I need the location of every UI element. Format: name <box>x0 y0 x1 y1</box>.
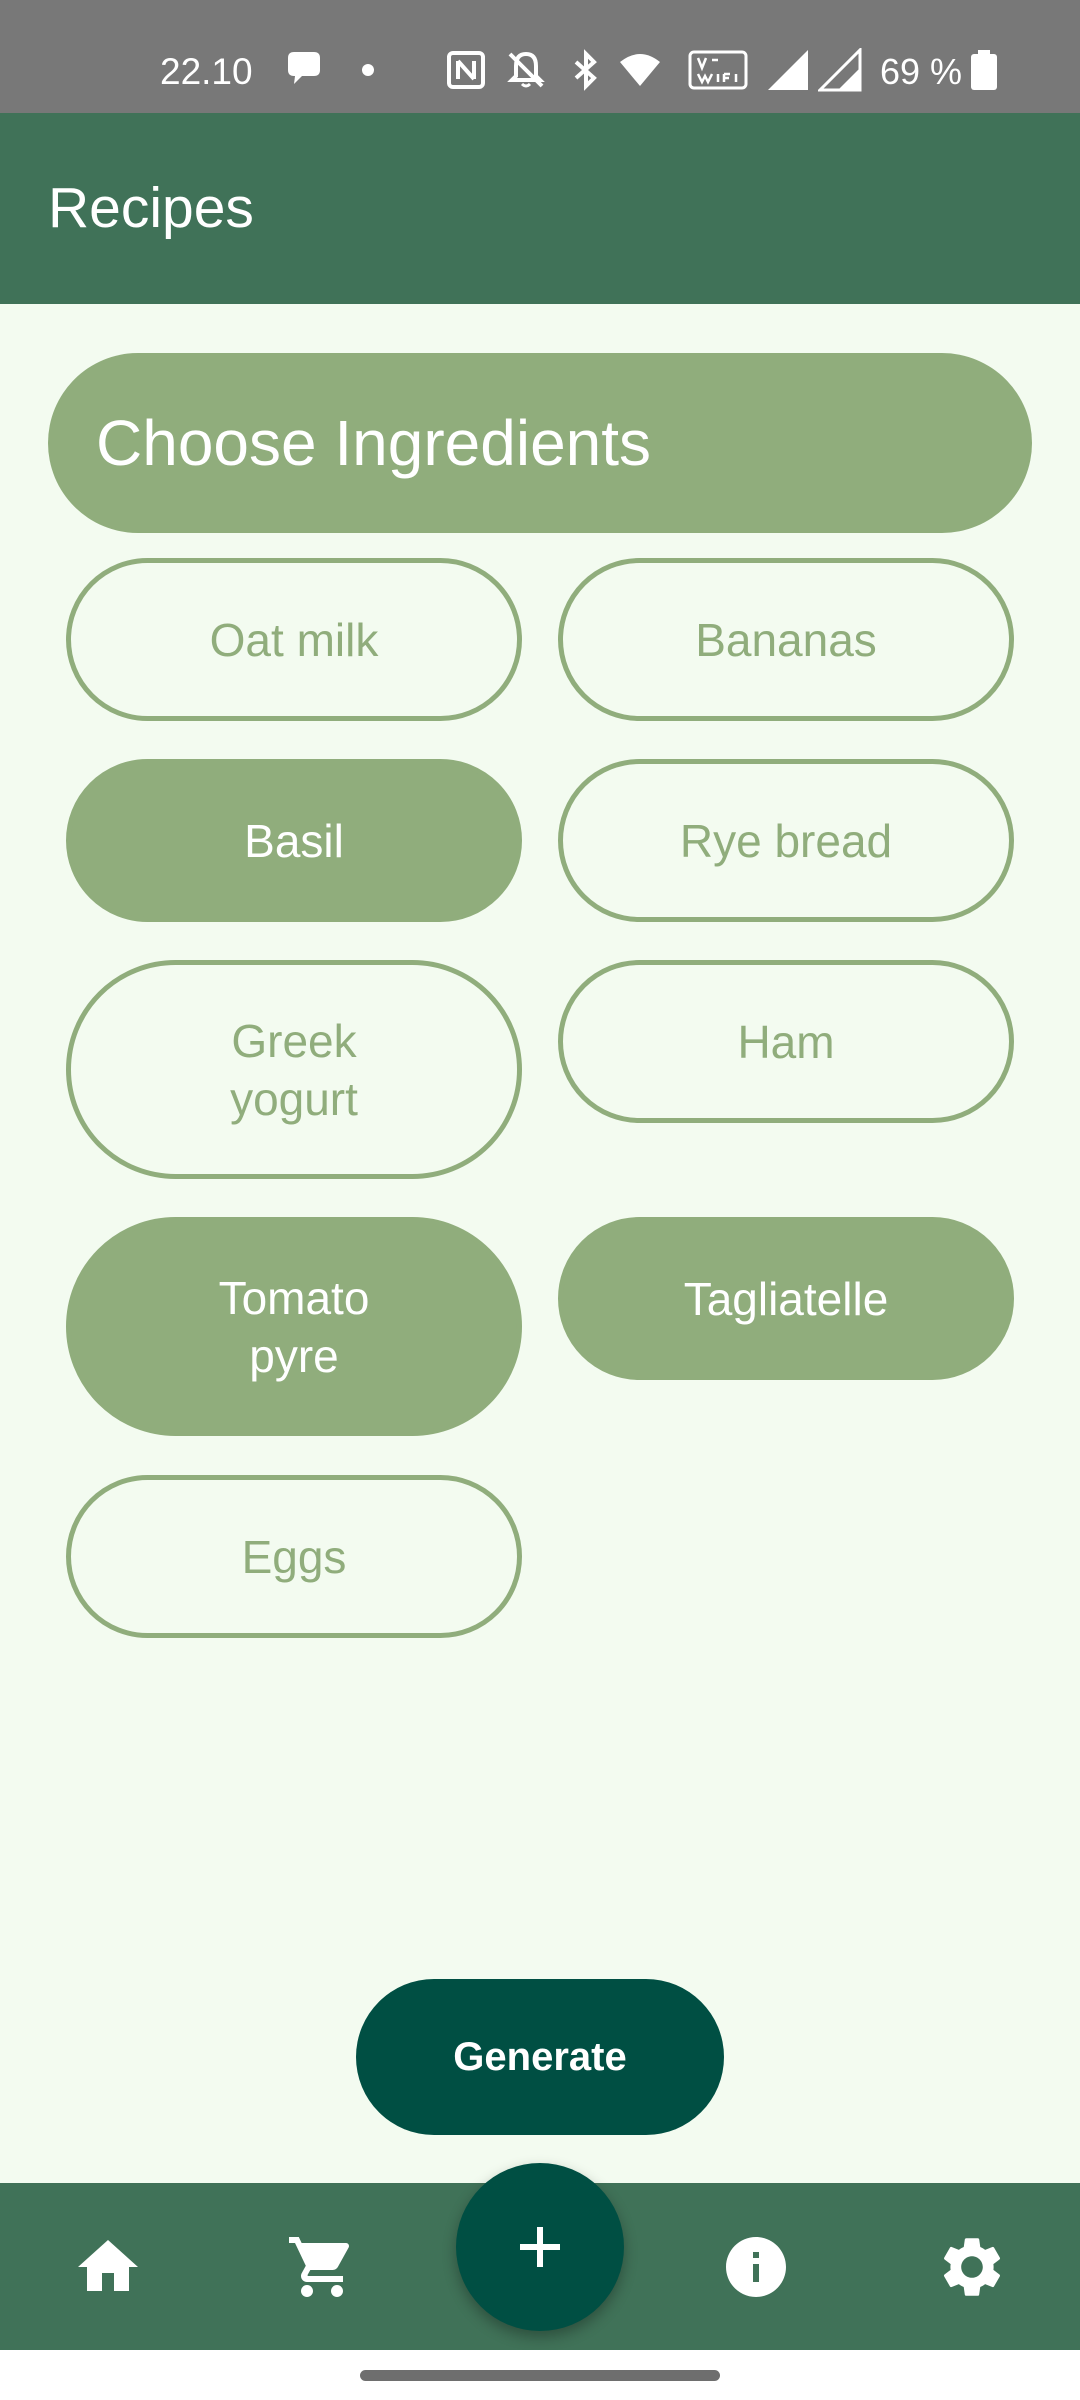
bell-off-icon <box>507 51 545 88</box>
chat-bubble-icon <box>288 52 320 84</box>
dot-icon <box>362 64 374 76</box>
vowifi-icon <box>688 50 748 90</box>
status-time: 22.10 <box>160 51 253 92</box>
chip-label: Tomato pyre <box>219 1269 370 1385</box>
chip-label: Basil <box>244 814 344 867</box>
ingredient-chip-tomato-pyre[interactable]: Tomato pyre <box>66 1217 522 1436</box>
ingredient-chip-bananas[interactable]: Bananas <box>558 558 1014 721</box>
chip-label: Rye bread <box>679 814 893 867</box>
section-header: Choose Ingredients <box>48 353 1032 533</box>
gesture-bar <box>0 2350 1080 2400</box>
section-title: Choose Ingredients <box>96 407 652 479</box>
cart-icon[interactable] <box>286 2231 358 2303</box>
settings-icon[interactable] <box>936 2231 1008 2303</box>
ingredient-chip-rye-bread[interactable]: Rye bread <box>558 759 1014 922</box>
chip-label-line: Greek <box>231 1014 357 1067</box>
ingredient-chip-oat-milk[interactable]: Oat milk <box>66 558 522 721</box>
battery-icon <box>971 50 997 90</box>
ingredient-chip-tagliatelle[interactable]: Tagliatelle <box>558 1217 1014 1380</box>
chip-label: Eggs <box>241 1530 347 1583</box>
home-icon[interactable] <box>72 2231 144 2303</box>
ingredient-chip-basil[interactable]: Basil <box>66 759 522 922</box>
info-icon[interactable] <box>720 2231 792 2303</box>
status-bar: 22.10 69 % <box>0 0 1080 113</box>
ingredient-chip-greek-yogurt[interactable]: Greek yogurt <box>66 960 522 1179</box>
add-fab[interactable] <box>456 2163 624 2331</box>
signal-icon <box>818 48 862 92</box>
app-bar: Recipes <box>0 113 1080 304</box>
nfc-icon <box>447 51 485 89</box>
chip-label: Greek yogurt <box>230 1012 358 1128</box>
bluetooth-icon <box>574 49 597 91</box>
chip-label: Tagliatelle <box>683 1272 889 1325</box>
app-title: Recipes <box>48 176 254 240</box>
add-icon <box>520 2227 560 2267</box>
chip-label-line: pyre <box>249 1329 339 1382</box>
wifi-icon <box>620 54 660 86</box>
battery-percent: 69 % <box>880 51 963 92</box>
ingredient-chip-eggs[interactable]: Eggs <box>66 1475 522 1638</box>
chip-label-line: yogurt <box>230 1072 358 1125</box>
chip-label: Oat milk <box>209 613 379 666</box>
gesture-handle[interactable] <box>360 2370 720 2381</box>
signal-icon <box>768 50 808 90</box>
chip-label: Ham <box>737 1015 835 1068</box>
generate-button[interactable]: Generate <box>356 1979 724 2135</box>
chip-label: Bananas <box>695 613 877 666</box>
chip-label-line: Tomato <box>218 1271 370 1324</box>
ingredient-chip-ham[interactable]: Ham <box>558 960 1014 1123</box>
